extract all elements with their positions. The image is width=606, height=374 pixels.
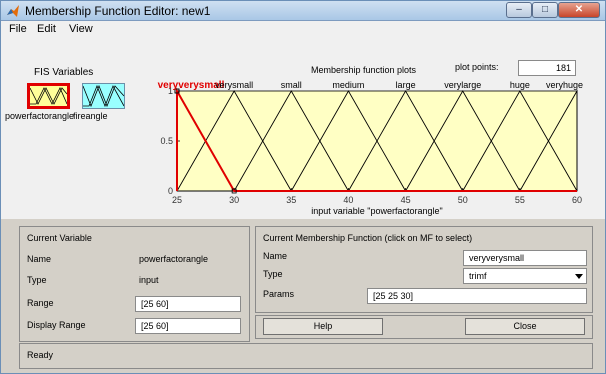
mf-name-input[interactable]: veryverysmall (463, 250, 587, 266)
mf-type-value: trimf (469, 271, 487, 281)
range-input[interactable]: [25 60] (135, 296, 241, 312)
variable-name-value: powerfactorangle (139, 254, 209, 264)
mf-label-small: small (281, 80, 302, 90)
current-mf-header: Current Membership Function (click on MF… (263, 233, 473, 243)
membership-function-plot[interactable]: 25 30 35 40 45 50 55 6000.51veryverysmallverysm… (1, 1, 606, 231)
x-tick-label: 55 (515, 195, 525, 205)
variable-type-value: input (139, 275, 159, 285)
mf-label-verysmall: verysmall (215, 80, 253, 90)
close-button[interactable]: Close (465, 318, 585, 335)
mf-label-medium: medium (332, 80, 364, 90)
x-axis-label: input variable "powerfactorangle" (311, 206, 442, 216)
help-button[interactable]: Help (263, 318, 383, 335)
mf-type-label: Type (263, 269, 283, 279)
x-tick-label: 30 (229, 195, 239, 205)
current-variable-header: Current Variable (27, 233, 92, 243)
status-text: Ready (27, 350, 54, 360)
y-tick-label: 0 (168, 186, 173, 196)
display-range-input[interactable]: [25 60] (135, 318, 241, 334)
x-tick-label: 25 (172, 195, 182, 205)
chevron-down-icon (575, 274, 583, 279)
mf-editor-window: Membership Function Editor: new1 – □ ✕ F… (0, 0, 606, 374)
mf-params-label: Params (263, 289, 295, 299)
variable-type-label: Type (27, 275, 47, 285)
display-range-label: Display Range (27, 320, 86, 330)
x-tick-label: 50 (458, 195, 468, 205)
mf-name-label: Name (263, 251, 288, 261)
mf-label-verylarge: verylarge (444, 80, 481, 90)
status-bar (19, 343, 593, 369)
variable-name-label: Name (27, 254, 52, 264)
x-tick-label: 45 (401, 195, 411, 205)
mf-label-huge: huge (510, 80, 530, 90)
mf-type-dropdown[interactable]: trimf (463, 268, 587, 284)
x-tick-label: 35 (286, 195, 296, 205)
y-tick-label: 0.5 (160, 136, 173, 146)
mf-label-large: large (396, 80, 416, 90)
x-tick-label: 60 (572, 195, 582, 205)
range-label: Range (27, 298, 54, 308)
x-tick-label: 40 (343, 195, 353, 205)
mf-label-veryhuge: veryhuge (546, 80, 583, 90)
mf-params-input[interactable]: [25 25 30] (367, 288, 587, 304)
